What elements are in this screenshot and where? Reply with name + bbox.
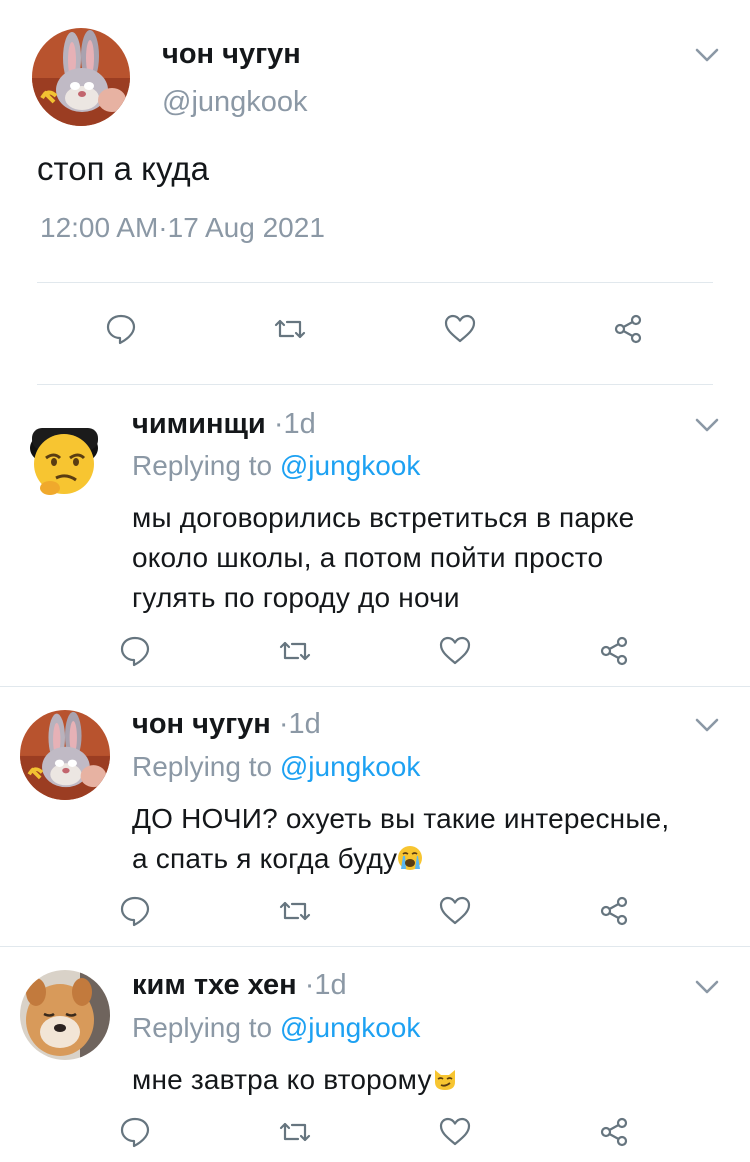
share-icon — [600, 636, 628, 666]
reply1-text: мы договорились встретиться в парке окол… — [132, 498, 634, 618]
reply3-mention-link[interactable]: @jungkook — [280, 1012, 421, 1043]
reply1-mention-link[interactable]: @jungkook — [280, 450, 421, 481]
reply2-share-button[interactable] — [597, 894, 631, 933]
reply2-time[interactable]: ·1d — [279, 708, 321, 740]
reply2-more-chevron-icon[interactable] — [694, 716, 720, 739]
heart-icon — [439, 1117, 471, 1146]
retweet-icon — [279, 1122, 311, 1142]
reply-icon — [120, 636, 150, 667]
main-timestamp[interactable]: 12:00 AM·17 Aug 2021 — [40, 212, 325, 244]
reply2-reply-button[interactable] — [118, 894, 152, 933]
heart-icon — [439, 636, 471, 665]
main-display-name[interactable]: чон чугун — [162, 38, 301, 71]
heart-icon — [439, 896, 471, 925]
reply3-line-wrap: мне завтра ко второму — [132, 1060, 458, 1100]
reply1-replying-to: Replying to @jungkook — [132, 450, 420, 482]
reply3-display-name[interactable]: ким тхе хен ·1d — [132, 969, 347, 1002]
reply2-line: ДО НОЧИ? охуеть вы такие интересные, — [132, 803, 670, 834]
reply1-like-button[interactable] — [438, 634, 472, 673]
share-icon — [600, 896, 628, 926]
main-like-button[interactable] — [443, 312, 477, 351]
share-icon — [614, 314, 642, 344]
reply2-retweet-button[interactable] — [278, 894, 312, 933]
reply3-time[interactable]: ·1d — [305, 969, 347, 1001]
main-more-chevron-icon[interactable] — [694, 46, 720, 69]
retweet-icon — [274, 319, 306, 339]
retweet-icon — [279, 901, 311, 921]
reply3-line: мне завтра ко второму — [132, 1064, 432, 1095]
main-handle[interactable]: @jungkook — [162, 86, 308, 119]
reply3-like-button[interactable] — [438, 1115, 472, 1154]
reply3-name[interactable]: ким тхе хен — [132, 969, 297, 1001]
smirking-cat-face-icon — [434, 1070, 455, 1090]
reply1-avatar[interactable] — [26, 404, 102, 498]
main-tweet-text: стоп а куда — [37, 150, 209, 187]
reply3-replying-to: Replying to @jungkook — [132, 1012, 420, 1044]
reply3-avatar[interactable] — [20, 970, 110, 1060]
reply-icon — [106, 314, 136, 345]
loudly-crying-face-icon — [398, 846, 423, 870]
reply2-name[interactable]: чон чугун — [132, 708, 271, 740]
reply3-retweet-button[interactable] — [278, 1115, 312, 1154]
main-retweet-button[interactable] — [273, 312, 307, 351]
retweet-icon — [279, 641, 311, 661]
reply2-mention-link[interactable]: @jungkook — [280, 751, 421, 782]
reply3-text: мне завтра ко второму — [132, 1060, 458, 1100]
main-share-button[interactable] — [611, 312, 645, 351]
reply2-line: а спать я когда буду — [132, 843, 398, 874]
heart-icon — [444, 314, 476, 343]
share-icon — [600, 1117, 628, 1147]
reply-icon — [120, 1117, 150, 1148]
main-divider-bottom — [37, 384, 713, 385]
reply2-replying-prefix: Replying to — [132, 751, 273, 782]
reply2-divider — [0, 946, 750, 947]
reply2-replying-to: Replying to @jungkook — [132, 751, 420, 783]
reply2-like-button[interactable] — [438, 894, 472, 933]
reply1-more-chevron-icon[interactable] — [694, 416, 720, 439]
reply3-share-button[interactable] — [597, 1115, 631, 1154]
reply1-divider — [0, 686, 750, 687]
reply1-retweet-button[interactable] — [278, 634, 312, 673]
reply-icon — [120, 896, 150, 927]
reply2-text: ДО НОЧИ? охуеть вы такие интересные, а с… — [132, 799, 669, 879]
avatar-main[interactable] — [32, 28, 130, 126]
reply1-line: мы договорились встретиться в парке — [132, 502, 635, 533]
reply1-replying-prefix: Replying to — [132, 450, 273, 481]
reply1-line: гулять по городу до ночи — [132, 582, 460, 613]
reply3-more-chevron-icon[interactable] — [694, 978, 720, 1001]
reply1-reply-button[interactable] — [118, 634, 152, 673]
reply2-avatar[interactable] — [20, 710, 110, 800]
reply1-time[interactable]: ·1d — [274, 408, 316, 440]
reply3-replying-prefix: Replying to — [132, 1012, 273, 1043]
reply1-display-name[interactable]: чиминщи ·1d — [132, 408, 316, 441]
main-divider-top — [37, 282, 713, 283]
main-reply-button[interactable] — [104, 312, 138, 351]
reply2-display-name[interactable]: чон чугун ·1d — [132, 708, 321, 741]
reply1-name[interactable]: чиминщи — [132, 408, 266, 440]
reply1-share-button[interactable] — [597, 634, 631, 673]
reply2-line-wrap: а спать я когда буду — [132, 839, 669, 879]
reply1-line: около школы, а потом пойти просто — [132, 542, 604, 573]
reply3-reply-button[interactable] — [118, 1115, 152, 1154]
